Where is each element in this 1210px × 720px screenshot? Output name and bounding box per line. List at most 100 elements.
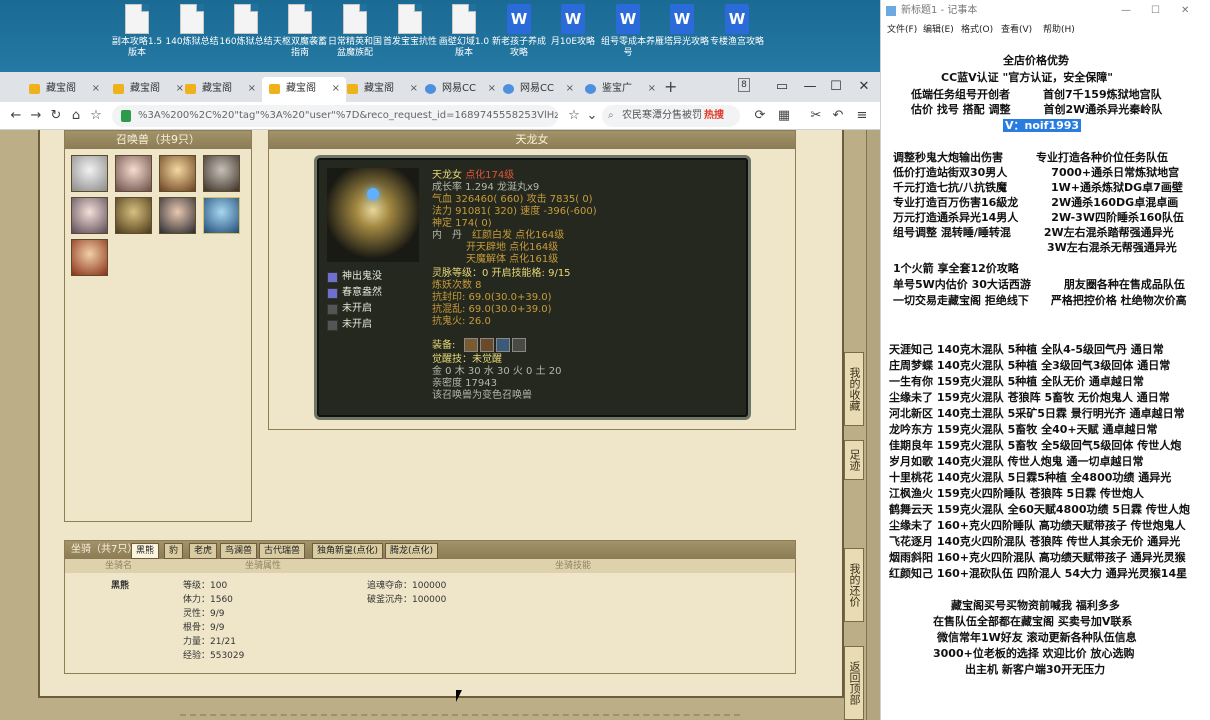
maximize-icon[interactable]: ☐	[824, 76, 848, 98]
grid-icon[interactable]: ▦	[774, 106, 794, 126]
globe-icon	[585, 84, 596, 94]
pet-hp: 气血 326460( 660)	[432, 194, 524, 205]
equip-slot[interactable]	[496, 338, 510, 352]
favorite-icon[interactable]: ☆	[564, 106, 584, 126]
browser-tab[interactable]: 藏宝阁 ×	[22, 77, 106, 102]
scrollbar[interactable]	[866, 130, 880, 720]
desktop-icon-doc[interactable]: 天枢双魔袭蓄指南	[273, 4, 327, 59]
desktop-icon-doc[interactable]: 首发宝宝抗性	[383, 4, 437, 48]
reload-icon[interactable]: ↻	[46, 106, 66, 126]
my-favorites-button[interactable]: 我的收藏	[844, 352, 864, 426]
summon-portrait[interactable]	[71, 155, 108, 192]
mount-col-name: 坐骑名	[105, 561, 133, 571]
menu-edit[interactable]: 编辑(E)	[923, 22, 954, 38]
close-icon[interactable]: ×	[648, 77, 656, 101]
close-icon[interactable]: ×	[248, 77, 256, 101]
document-icon	[234, 4, 258, 34]
browser-tab[interactable]: 网易CC ×	[496, 77, 580, 102]
mount-panel-title: 坐骑（共7只）	[71, 544, 138, 555]
restore-icon[interactable]: ▭	[770, 76, 794, 98]
summon-portrait-selected[interactable]	[203, 197, 240, 234]
hot-search-badge: 热搜	[704, 110, 724, 121]
browser-tab[interactable]: 藏宝阁 ×	[340, 77, 424, 102]
notepad-text-area[interactable]: 全店价格优势 CC蓝V认证 "官方认证，安全保障" 低端任务组号开创者 首创7千…	[881, 44, 1210, 720]
address-bar[interactable]: %3A%200%2C%20"tag"%3A%20"user"%7D&reco_r…	[112, 105, 558, 127]
desktop-icon-label: 160炼狱总结	[219, 37, 273, 47]
summon-portrait[interactable]	[115, 155, 152, 192]
text-line: 尘缘未了 160+克火四阶睡队 高功绩天赋带孩子 传世炮鬼人	[889, 519, 1186, 532]
search-box[interactable]: ⌕ 农民寒潭分售被罚 热搜	[602, 105, 740, 127]
tab-count-badge[interactable]: 8	[738, 78, 750, 92]
desktop-icon-doc[interactable]: 副本攻略1.5版本	[110, 4, 164, 59]
menu-view[interactable]: 查看(V)	[1001, 22, 1032, 38]
footprint-button[interactable]: 足迹	[844, 440, 864, 480]
back-to-top-button[interactable]: 返回顶部	[844, 646, 864, 720]
browser-tab[interactable]: 鉴宝广 ×	[578, 77, 662, 102]
summon-portrait[interactable]	[203, 155, 240, 192]
close-icon[interactable]: ×	[332, 77, 340, 101]
my-bargain-button[interactable]: 我的还价	[844, 548, 864, 622]
forward-icon[interactable]: →	[26, 106, 46, 126]
desktop-icon-wps[interactable]: W 新老孩子养成攻略	[492, 4, 546, 59]
minimize-icon[interactable]: —	[798, 76, 822, 98]
mount-tab[interactable]: 鸟澜兽	[220, 543, 258, 559]
text-line: 单号5W内估价 30大话西游 朋友圈各种在售成品队伍	[893, 278, 1185, 291]
pet-skill[interactable]: 春意盎然	[327, 286, 382, 300]
mount-tab[interactable]: 腾龙(点化)	[385, 543, 439, 559]
home-icon[interactable]: ⌂	[66, 106, 86, 126]
desktop-icon-doc[interactable]: 160炼狱总结	[219, 4, 273, 48]
dropdown-icon[interactable]: ⌄	[582, 106, 602, 126]
maximize-icon[interactable]: ☐	[1151, 0, 1160, 22]
close-window-icon[interactable]: ✕	[852, 76, 876, 98]
pet-skill-locked[interactable]: 未开启	[327, 302, 372, 316]
desktop-icon-doc[interactable]: 日常精英和国盆魔族配	[328, 4, 382, 59]
minimize-icon[interactable]: —	[1121, 0, 1131, 22]
close-icon[interactable]: ×	[410, 77, 418, 101]
summon-portrait[interactable]	[159, 155, 196, 192]
browser-tab[interactable]: 网易CC ×	[418, 77, 502, 102]
close-icon[interactable]: ×	[92, 77, 100, 101]
mount-tab[interactable]: 独角新皇(点化)	[312, 543, 384, 559]
desktop-icon-label: 日常精英和国盆魔族配	[328, 37, 383, 58]
summon-portrait[interactable]	[159, 197, 196, 234]
summon-portrait[interactable]	[115, 197, 152, 234]
desktop-icon-wps[interactable]: W 月10E攻略	[546, 4, 600, 48]
menu-format[interactable]: 格式(O)	[961, 22, 993, 38]
mount-tab[interactable]: 老虎	[189, 543, 218, 559]
summon-portrait[interactable]	[71, 239, 108, 276]
close-icon[interactable]: ×	[566, 77, 574, 101]
equip-slot-empty[interactable]	[512, 338, 526, 352]
menu-help[interactable]: 帮助(H)	[1043, 22, 1075, 38]
browser-tab[interactable]: 藏宝阁 ×	[178, 77, 262, 102]
search-icon: ⌕	[608, 110, 614, 121]
desktop-icon-wps[interactable]: W 组号零成本养号	[601, 4, 655, 59]
desktop-icon-doc[interactable]: 画壁幻域1.0版本	[437, 4, 491, 59]
wps-icon: W	[670, 4, 694, 34]
undo-icon[interactable]: ↶	[828, 106, 848, 126]
scissors-icon[interactable]: ✂	[806, 106, 826, 126]
close-icon[interactable]: ×	[488, 77, 496, 101]
close-window-icon[interactable]: ✕	[1181, 0, 1189, 22]
refresh-ext-icon[interactable]: ⟳	[750, 106, 770, 126]
tab-label: 藏宝阁	[46, 83, 76, 94]
menu-file[interactable]: 文件(F)	[887, 22, 917, 38]
mount-tab[interactable]: 古代瑞兽	[259, 543, 306, 559]
desktop-icon-label: 画壁幻域1.0版本	[438, 37, 490, 58]
mount-tab[interactable]: 豹	[164, 543, 184, 559]
pet-skill-locked[interactable]: 未开启	[327, 318, 372, 332]
desktop-icon-wps[interactable]: W 雁塔异光攻略	[655, 4, 709, 48]
summon-portrait[interactable]	[71, 197, 108, 234]
menu-icon[interactable]: ≡	[852, 106, 872, 126]
bookmark-star-icon[interactable]: ☆	[86, 106, 106, 126]
notepad-title: 新标题1 - 记事本	[901, 5, 978, 16]
desktop-icon-wps[interactable]: W 专楼渔宫攻略	[710, 4, 764, 48]
equip-slot[interactable]	[464, 338, 478, 352]
new-tab-button[interactable]: +	[664, 77, 677, 96]
mount-tab[interactable]: 黑熊	[131, 543, 160, 559]
browser-tab-active[interactable]: 藏宝阁 ×	[262, 77, 346, 102]
text-line: 岁月如歌 140克火混队 传世人炮鬼 通一切卓越日常	[889, 455, 1144, 468]
back-icon[interactable]: ←	[6, 106, 26, 126]
pet-skill[interactable]: 神出鬼没	[327, 270, 382, 284]
desktop-icon-doc[interactable]: 140炼狱总结	[165, 4, 219, 48]
equip-slot[interactable]	[480, 338, 494, 352]
